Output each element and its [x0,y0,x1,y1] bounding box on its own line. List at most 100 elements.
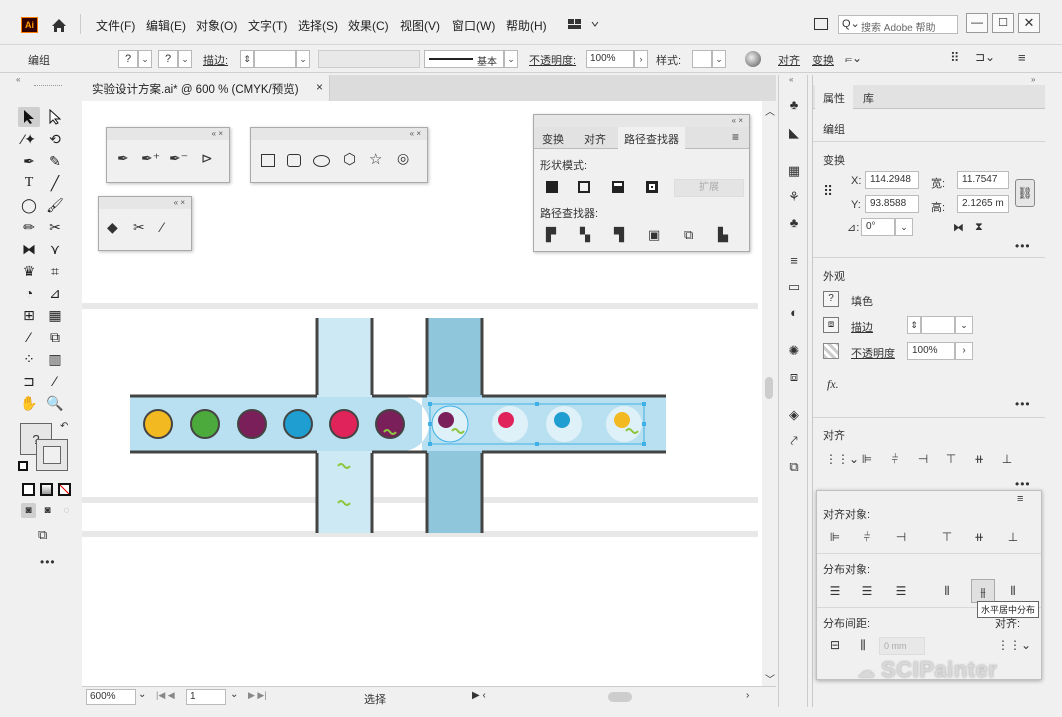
search-box[interactable]: Q⌄ 搜索 Adobe 帮助 [838,15,958,34]
edit-toolbar-button[interactable]: ••• [40,555,56,569]
ellipse-icon[interactable] [313,155,330,167]
gradient-mode-button[interactable] [40,483,53,496]
more-options-icon[interactable]: ••• [1015,477,1031,491]
lasso-tool[interactable]: ⟲ [44,129,66,149]
rectangle-icon[interactable] [261,154,275,167]
variable-width-dropdown[interactable] [318,50,420,68]
close-tab-icon[interactable]: × [316,80,323,94]
document-tab[interactable]: 实验设计方案.ai* @ 600 % (CMYK/预览) × [82,75,330,101]
maximize-button[interactable]: ☐ [992,13,1014,33]
flip-horizontal-icon[interactable]: ⧓ [953,221,964,234]
screen-mode-button[interactable]: ⧉ [38,527,47,543]
stroke-weight-spinner[interactable]: ⇕ [907,316,921,334]
vertical-scrollbar[interactable]: ︿ ﹀ [762,101,776,686]
spacing-input[interactable]: 0 mm [879,637,925,655]
flare-icon[interactable]: ◎ [397,150,409,167]
menu-edit[interactable]: 编辑(E) [146,17,186,34]
y-input[interactable]: 93.8588 [865,195,919,213]
scroll-up-icon[interactable]: ︿ [765,103,775,118]
page-dropdown[interactable]: ⌄ [230,689,238,700]
menu-help[interactable]: 帮助(H) [506,17,547,34]
artwork[interactable] [122,313,682,543]
zoom-tool[interactable]: 🔍 [44,393,66,413]
pencil-tool[interactable]: ✏ [18,217,40,237]
divide-icon[interactable]: ▛ [546,227,556,243]
align-left-icon[interactable]: ⊫ [827,529,843,545]
minimize-button[interactable]: — [966,13,988,33]
ellipse-tool[interactable]: ◯ [18,195,40,215]
panel-expand-icon[interactable]: » [1031,75,1035,84]
opacity-input[interactable]: 100% [907,342,955,360]
eyedropper-tool[interactable]: ⁄ [18,327,40,347]
delete-anchor-icon[interactable]: ✒⁻ [169,150,188,167]
blend-tool[interactable]: ⧉ [44,327,66,347]
scroll-down-icon[interactable]: ﹀ [765,671,775,686]
artboards-icon[interactable]: ⧉ [786,459,802,475]
mesh-tool[interactable]: ⊞ [18,305,40,325]
polygon-icon[interactable]: ⬡ [343,150,356,168]
align-bottom-icon[interactable]: ⊥ [999,451,1015,467]
canvas[interactable]: « × ✒ ✒⁺ ✒⁻ ⊳ « × ⬡ ☆ ◎ « × ◆ ✂ ⁄ « × 变换… [82,101,762,686]
isolate-group-icon[interactable]: ⠿ [950,50,960,66]
dist-vcenter-icon[interactable]: ☰ [859,583,875,599]
fill-swatch[interactable]: ? [823,291,839,307]
horizontal-spacing-icon[interactable]: ⫼ [855,637,871,653]
menu-type[interactable]: 文字(T) [248,17,287,34]
workspace-switcher-icon[interactable] [568,17,602,31]
rotate-input[interactable]: 0° [861,218,895,236]
unite-icon[interactable] [546,181,558,193]
horizontal-scroll-thumb[interactable] [608,692,632,702]
reflect-tool[interactable]: ⧓ [18,239,40,259]
graphic-styles-icon[interactable]: ⧈ [786,369,802,385]
fx-button[interactable]: fx. [827,377,839,392]
tab-properties[interactable]: 属性 [815,85,853,109]
gradient-icon[interactable]: ▭ [786,279,802,295]
direct-selection-tool[interactable] [44,107,66,127]
strip-collapse-icon[interactable]: « [789,75,793,84]
vertical-spacing-icon[interactable]: ⊟ [827,637,843,653]
align-left-icon[interactable]: ⊫ [859,451,875,467]
trim-icon[interactable]: ▚ [580,227,590,243]
star-icon[interactable]: ☆ [369,150,382,168]
h-input[interactable]: 2.1265 m [957,195,1009,213]
align-to-selection-dropdown[interactable]: ⋮⋮⌄ [997,637,1031,653]
crop-icon[interactable]: ▣ [648,227,660,243]
transparency-icon[interactable]: ◐ [786,305,802,321]
selection-tool[interactable] [18,107,40,127]
swap-fill-stroke-icon[interactable]: ↶ [60,421,68,432]
draw-behind-button[interactable]: ◙ [40,503,55,518]
none-mode-button[interactable] [58,483,71,496]
stroke-weight-dropdown[interactable]: ⌄ [296,50,310,68]
anchor-point-icon[interactable]: ⊳ [201,150,213,167]
align-hcenter-icon[interactable]: ⫩ [887,451,903,467]
fill-dropdown[interactable]: ⌄ [138,50,152,68]
merge-icon[interactable]: ▜ [614,227,624,243]
tab-pathfinder[interactable]: 路径查找器 [618,127,685,149]
paintbrush-tool[interactable]: 🖌 [44,195,66,215]
knife-icon[interactable]: ⁄ [161,219,163,235]
tools-collapse-icon[interactable]: « [16,75,20,84]
align-top-icon[interactable]: ⊤ [943,451,959,467]
home-icon[interactable] [50,16,68,34]
draw-normal-button[interactable]: ◙ [21,503,36,518]
stroke-weight-input[interactable] [921,316,955,334]
align-bottom-icon[interactable]: ⊥ [1005,529,1021,545]
align-right-icon[interactable]: ⊣ [915,451,931,467]
free-transform-tool[interactable]: ⌗ [44,261,66,281]
panel-menu-icon[interactable]: ≡ [1018,50,1026,65]
align-top-icon[interactable]: ⊤ [939,529,955,545]
arrange-docs-icon[interactable] [814,18,828,30]
stroke-weight-spinner[interactable]: ⇕ [240,50,254,68]
symbol-sprayer-tool[interactable]: ♛ [18,261,40,281]
stroke-icon[interactable]: ≡ [786,253,802,269]
w-input[interactable]: 11.7547 [957,171,1009,189]
brush-style-arrow[interactable]: ⌄ [504,50,518,68]
stroke-dropdown[interactable]: ⌄ [178,50,192,68]
shape-options-icon[interactable]: ⊐⌄ [975,50,995,64]
opacity-label[interactable]: 不透明度: [529,52,576,68]
align-to-dropdown[interactable]: ⋮⋮⌄ [825,451,859,467]
opacity-arrow[interactable]: › [634,50,648,68]
club-icon[interactable]: ♣ [786,215,802,231]
transform-link[interactable]: 变换 [812,52,834,68]
panel-menu-icon[interactable]: ≡ [732,130,739,144]
